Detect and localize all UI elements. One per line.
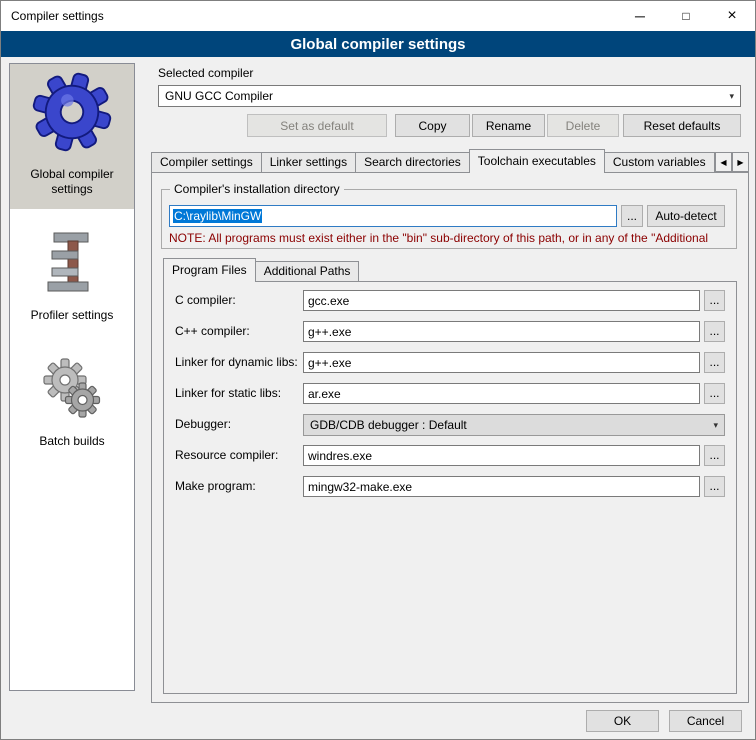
tab-compiler-settings[interactable]: Compiler settings xyxy=(151,152,262,173)
selected-compiler-label: Selected compiler xyxy=(158,66,253,80)
compiler-select[interactable]: GNU GCC Compiler ▾ xyxy=(158,85,741,107)
sidebar-item-label: Batch builds xyxy=(39,434,104,449)
compiler-select-value: GNU GCC Compiler xyxy=(165,89,273,103)
maximize-icon: □ xyxy=(682,9,689,23)
gear-icon xyxy=(32,72,112,155)
resource-compiler-browse-button[interactable]: ... xyxy=(704,445,725,466)
copy-button[interactable]: Copy xyxy=(395,114,470,137)
tab-strip: Compiler settings Linker settings Search… xyxy=(151,149,715,173)
debugger-label: Debugger: xyxy=(175,417,231,431)
make-program-input[interactable] xyxy=(303,476,700,497)
installation-directory-browse-button[interactable]: ... xyxy=(621,205,643,227)
set-as-default-button[interactable]: Set as default xyxy=(247,114,387,137)
linker-static-input[interactable] xyxy=(303,383,700,404)
ok-button[interactable]: OK xyxy=(586,710,659,732)
tab-search-directories[interactable]: Search directories xyxy=(355,152,470,173)
tab-toolchain-executables[interactable]: Toolchain executables xyxy=(469,149,605,173)
installation-directory-input[interactable]: C:\raylib\MinGW xyxy=(169,205,617,227)
debugger-select[interactable]: GDB/CDB debugger : Default ▾ xyxy=(303,414,725,436)
sidebar-item-profiler-settings[interactable]: Profiler settings xyxy=(10,223,134,335)
cpp-compiler-browse-button[interactable]: ... xyxy=(704,321,725,342)
titlebar[interactable]: Compiler settings ─ □ × xyxy=(1,1,755,31)
tab-scroll-left-button[interactable]: ◀ xyxy=(715,152,732,172)
debugger-select-value: GDB/CDB debugger : Default xyxy=(310,418,467,432)
c-compiler-browse-button[interactable]: ... xyxy=(704,290,725,311)
c-compiler-input[interactable] xyxy=(303,290,700,311)
make-program-label: Make program: xyxy=(175,479,256,493)
close-icon: × xyxy=(727,7,736,25)
cpp-compiler-label: C++ compiler: xyxy=(175,324,250,338)
compiler-settings-window: Compiler settings ─ □ × Global compiler … xyxy=(0,0,756,740)
chevron-down-icon: ▾ xyxy=(713,420,718,431)
auto-detect-button[interactable]: Auto-detect xyxy=(647,205,725,227)
sidebar-item-global-compiler-settings[interactable]: Global compiler settings xyxy=(10,64,134,209)
minimize-button[interactable]: ─ xyxy=(617,1,663,31)
installation-directory-value: C:\raylib\MinGW xyxy=(173,209,262,223)
reset-defaults-button[interactable]: Reset defaults xyxy=(623,114,741,137)
note-text: NOTE: All programs must exist either in … xyxy=(169,231,735,245)
linker-dynamic-label: Linker for dynamic libs: xyxy=(175,355,298,369)
subtab-program-files[interactable]: Program Files xyxy=(163,258,256,282)
make-program-browse-button[interactable]: ... xyxy=(704,476,725,497)
resource-compiler-input[interactable] xyxy=(303,445,700,466)
chevron-down-icon: ▾ xyxy=(729,91,734,102)
sidebar-item-label: Global compiler settings xyxy=(12,167,132,197)
arrow-left-icon: ◀ xyxy=(720,158,726,167)
close-button[interactable]: × xyxy=(709,1,755,31)
sidebar: Global compiler settings Profiler settin… xyxy=(9,63,135,691)
sidebar-item-label: Profiler settings xyxy=(31,308,114,323)
subtab-strip: Program Files Additional Paths xyxy=(163,258,483,282)
profiler-clamp-icon xyxy=(43,231,101,296)
minimize-icon: ─ xyxy=(635,8,645,24)
installation-directory-group-title: Compiler's installation directory xyxy=(170,182,344,196)
arrow-right-icon: ▶ xyxy=(737,158,743,167)
page-title: Global compiler settings xyxy=(1,31,755,57)
linker-static-label: Linker for static libs: xyxy=(175,386,281,400)
linker-dynamic-browse-button[interactable]: ... xyxy=(704,352,725,373)
cpp-compiler-input[interactable] xyxy=(303,321,700,342)
tab-linker-settings[interactable]: Linker settings xyxy=(261,152,356,173)
window-controls: ─ □ × xyxy=(617,1,755,31)
resource-compiler-label: Resource compiler: xyxy=(175,448,278,462)
maximize-button[interactable]: □ xyxy=(663,1,709,31)
linker-dynamic-input[interactable] xyxy=(303,352,700,373)
linker-static-browse-button[interactable]: ... xyxy=(704,383,725,404)
sidebar-item-batch-builds[interactable]: Batch builds xyxy=(10,349,134,461)
subtab-additional-paths[interactable]: Additional Paths xyxy=(255,261,360,282)
window-title: Compiler settings xyxy=(1,9,104,23)
tab-scroll-right-button[interactable]: ▶ xyxy=(732,152,749,172)
tab-custom-variables[interactable]: Custom variables xyxy=(604,152,715,173)
gears-stack-icon xyxy=(41,357,103,422)
rename-button[interactable]: Rename xyxy=(472,114,545,137)
c-compiler-label: C compiler: xyxy=(175,293,236,307)
delete-button[interactable]: Delete xyxy=(547,114,619,137)
cancel-button[interactable]: Cancel xyxy=(669,710,742,732)
